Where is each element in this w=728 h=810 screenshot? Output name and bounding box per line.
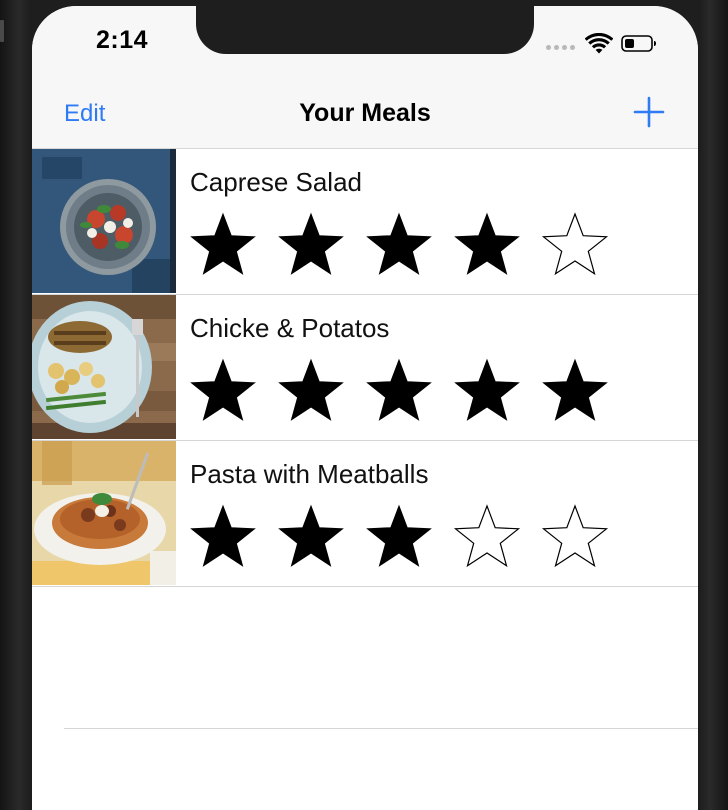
- star-filled-icon[interactable]: [365, 211, 433, 279]
- star-filled-icon[interactable]: [453, 357, 521, 425]
- signal-dots-icon: [546, 45, 575, 50]
- star-filled-icon[interactable]: [277, 211, 345, 279]
- notch: [196, 6, 534, 54]
- meal-name: Chicke & Potatos: [190, 313, 390, 343]
- star-filled-icon[interactable]: [453, 211, 521, 279]
- navigation-bar: Edit Your Meals: [32, 86, 698, 149]
- star-filled-icon[interactable]: [189, 211, 257, 279]
- device-frame: 2:14 Edit Your Meals Caprese Salad Chick…: [0, 0, 728, 810]
- meal-row-caprese-salad[interactable]: Caprese Salad: [32, 149, 698, 295]
- rating-control[interactable]: [189, 357, 609, 425]
- meal-row-pasta-meatballs[interactable]: Pasta with Meatballs: [32, 441, 698, 587]
- device-bezel-left: [0, 0, 32, 810]
- rating-control[interactable]: [189, 211, 609, 279]
- empty-row-separator: [64, 728, 698, 729]
- add-meal-button[interactable]: [633, 96, 665, 128]
- meal-name: Caprese Salad: [190, 167, 362, 197]
- meal-list: Caprese Salad Chicke & Potatos Pasta wit…: [32, 149, 698, 587]
- star-filled-icon[interactable]: [365, 503, 433, 571]
- rating-control[interactable]: [189, 503, 609, 571]
- caprese-salad-photo: [32, 149, 176, 293]
- pasta-meatballs-photo: [32, 441, 176, 585]
- meal-name: Pasta with Meatballs: [190, 459, 429, 489]
- status-bar: 2:14: [32, 6, 698, 86]
- plus-icon: [633, 96, 665, 128]
- star-empty-icon[interactable]: [541, 503, 609, 571]
- chicken-potatoes-photo: [32, 295, 176, 439]
- status-time: 2:14: [96, 26, 149, 54]
- device-bezel-right: [698, 0, 728, 810]
- battery-icon: [621, 35, 656, 52]
- side-button: [0, 20, 4, 42]
- star-filled-icon[interactable]: [541, 357, 609, 425]
- star-filled-icon[interactable]: [277, 503, 345, 571]
- page-title: Your Meals: [299, 99, 431, 127]
- star-empty-icon[interactable]: [453, 503, 521, 571]
- star-filled-icon[interactable]: [365, 357, 433, 425]
- meal-row-chicken-potatoes[interactable]: Chicke & Potatos: [32, 295, 698, 441]
- star-filled-icon[interactable]: [189, 503, 257, 571]
- star-empty-icon[interactable]: [541, 211, 609, 279]
- star-filled-icon[interactable]: [277, 357, 345, 425]
- star-filled-icon[interactable]: [189, 357, 257, 425]
- wifi-icon: [585, 33, 613, 54]
- app-screen: 2:14 Edit Your Meals Caprese Salad Chick…: [32, 6, 698, 810]
